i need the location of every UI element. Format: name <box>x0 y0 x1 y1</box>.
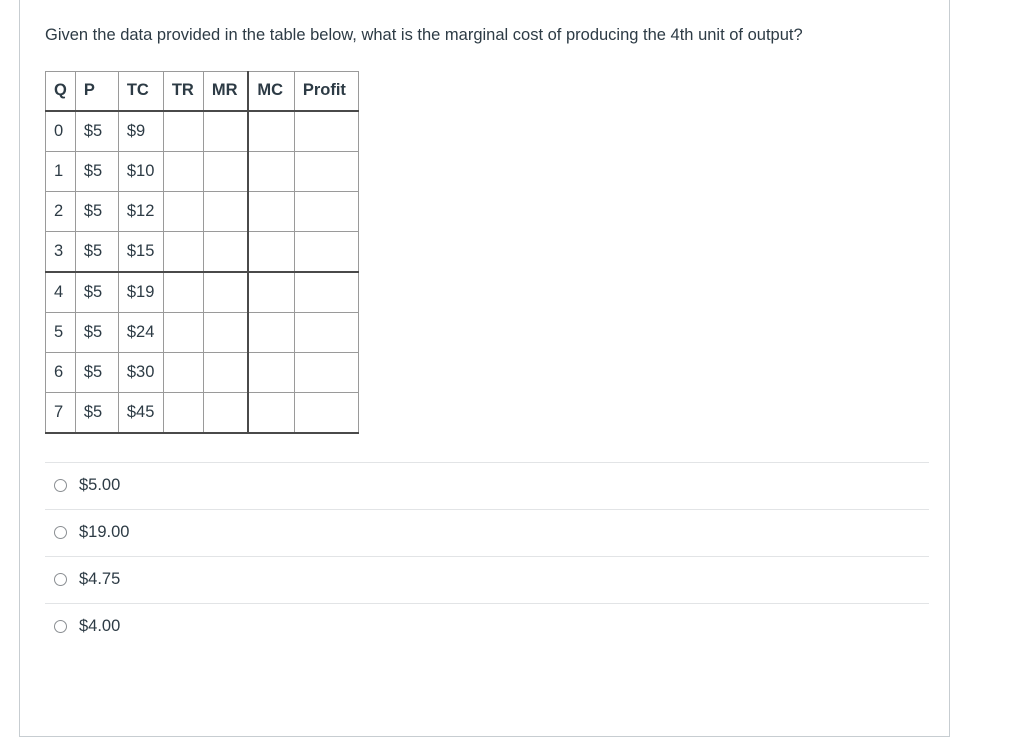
cell-q: 1 <box>45 150 76 192</box>
cell-mr <box>202 110 249 152</box>
cell-profit <box>293 190 359 232</box>
cell-profit <box>293 351 359 393</box>
cell-tr <box>162 110 204 152</box>
cell-mr <box>202 391 249 434</box>
cell-mc <box>247 391 295 434</box>
cell-mc <box>247 230 295 273</box>
cell-p: $5 <box>74 271 119 313</box>
cell-tc: $15 <box>117 230 164 273</box>
cell-q: 0 <box>45 110 76 152</box>
cell-q: 2 <box>45 190 76 232</box>
cell-q: 4 <box>45 271 76 313</box>
table-row: 0 $5 $9 <box>45 110 359 152</box>
column-header-mc: MC <box>247 70 295 112</box>
table-header-row: Q P TC TR MR MC Profit <box>45 70 359 112</box>
cell-q: 7 <box>45 391 76 434</box>
radio-button-icon[interactable] <box>54 526 67 540</box>
cell-tr <box>162 271 204 313</box>
question-panel: Given the data provided in the table bel… <box>19 0 950 737</box>
cell-profit <box>293 110 359 152</box>
cell-profit <box>293 391 359 434</box>
cell-mc <box>247 311 295 353</box>
cell-mc <box>247 110 295 152</box>
cell-tc: $10 <box>117 150 164 192</box>
cell-mc <box>247 271 295 313</box>
table-row: 4 $5 $19 <box>45 271 359 313</box>
cell-p: $5 <box>74 311 119 353</box>
column-header-q: Q <box>45 70 76 112</box>
cell-mr <box>202 351 249 393</box>
cell-mr <box>202 150 249 192</box>
table-body: 0 $5 $9 1 $5 $10 2 $5 $12 3 $5 $15 4 $5 … <box>45 110 359 434</box>
cell-p: $5 <box>74 230 119 273</box>
cell-mc <box>247 150 295 192</box>
cell-tr <box>162 150 204 192</box>
radio-button-icon[interactable] <box>54 479 67 493</box>
cell-mc <box>247 190 295 232</box>
cell-q: 5 <box>45 311 76 353</box>
answer-option-label: $19.00 <box>79 523 130 542</box>
cell-mr <box>202 311 249 353</box>
cost-data-table: Q P TC TR MR MC Profit 0 $5 $9 1 $5 $10 … <box>45 70 359 434</box>
answer-option-3[interactable]: $4.75 <box>45 555 929 603</box>
question-body: Given the data provided in the table bel… <box>20 0 949 650</box>
table-row: 3 $5 $15 <box>45 230 359 273</box>
answer-option-label: $5.00 <box>79 476 121 495</box>
answer-options-list: $5.00 $19.00 $4.75 $4.00 <box>45 461 929 650</box>
cell-profit <box>293 230 359 273</box>
answer-option-label: $4.00 <box>79 617 121 636</box>
cell-p: $5 <box>74 150 119 192</box>
cell-q: 6 <box>45 351 76 393</box>
table-header: Q P TC TR MR MC Profit <box>45 70 359 112</box>
answer-option-1[interactable]: $5.00 <box>45 461 929 509</box>
cell-tr <box>162 311 204 353</box>
table-row: 5 $5 $24 <box>45 311 359 353</box>
column-header-p: P <box>74 70 119 112</box>
cell-profit <box>293 150 359 192</box>
cell-mr <box>202 190 249 232</box>
table-row: 1 $5 $10 <box>45 150 359 192</box>
cell-mr <box>202 271 249 313</box>
cell-p: $5 <box>74 391 119 434</box>
answer-option-label: $4.75 <box>79 570 121 589</box>
column-header-profit: Profit <box>293 70 359 112</box>
cell-profit <box>293 311 359 353</box>
cell-tr <box>162 391 204 434</box>
question-prompt: Given the data provided in the table bel… <box>45 26 803 44</box>
cell-tr <box>162 351 204 393</box>
cell-tr <box>162 230 204 273</box>
cell-mc <box>247 351 295 393</box>
column-header-mr: MR <box>202 70 249 112</box>
radio-button-icon[interactable] <box>54 573 67 587</box>
data-table-wrapper: Q P TC TR MR MC Profit 0 $5 $9 1 $5 $10 … <box>45 70 924 434</box>
cell-tc: $45 <box>117 391 164 434</box>
cell-p: $5 <box>74 110 119 152</box>
table-row: 6 $5 $30 <box>45 351 359 393</box>
radio-button-icon[interactable] <box>54 620 67 634</box>
answer-option-4[interactable]: $4.00 <box>45 602 929 650</box>
cell-tc: $19 <box>117 271 164 313</box>
cell-tr <box>162 190 204 232</box>
cell-tc: $9 <box>117 110 164 152</box>
cell-profit <box>293 271 359 313</box>
table-row: 2 $5 $12 <box>45 190 359 232</box>
answer-option-2[interactable]: $19.00 <box>45 508 929 556</box>
column-header-tr: TR <box>162 70 204 112</box>
cell-p: $5 <box>74 351 119 393</box>
cell-tc: $12 <box>117 190 164 232</box>
cell-q: 3 <box>45 230 76 273</box>
cell-tc: $24 <box>117 311 164 353</box>
cell-p: $5 <box>74 190 119 232</box>
column-header-tc: TC <box>117 70 164 112</box>
cell-mr <box>202 230 249 273</box>
table-row: 7 $5 $45 <box>45 391 359 434</box>
cell-tc: $30 <box>117 351 164 393</box>
